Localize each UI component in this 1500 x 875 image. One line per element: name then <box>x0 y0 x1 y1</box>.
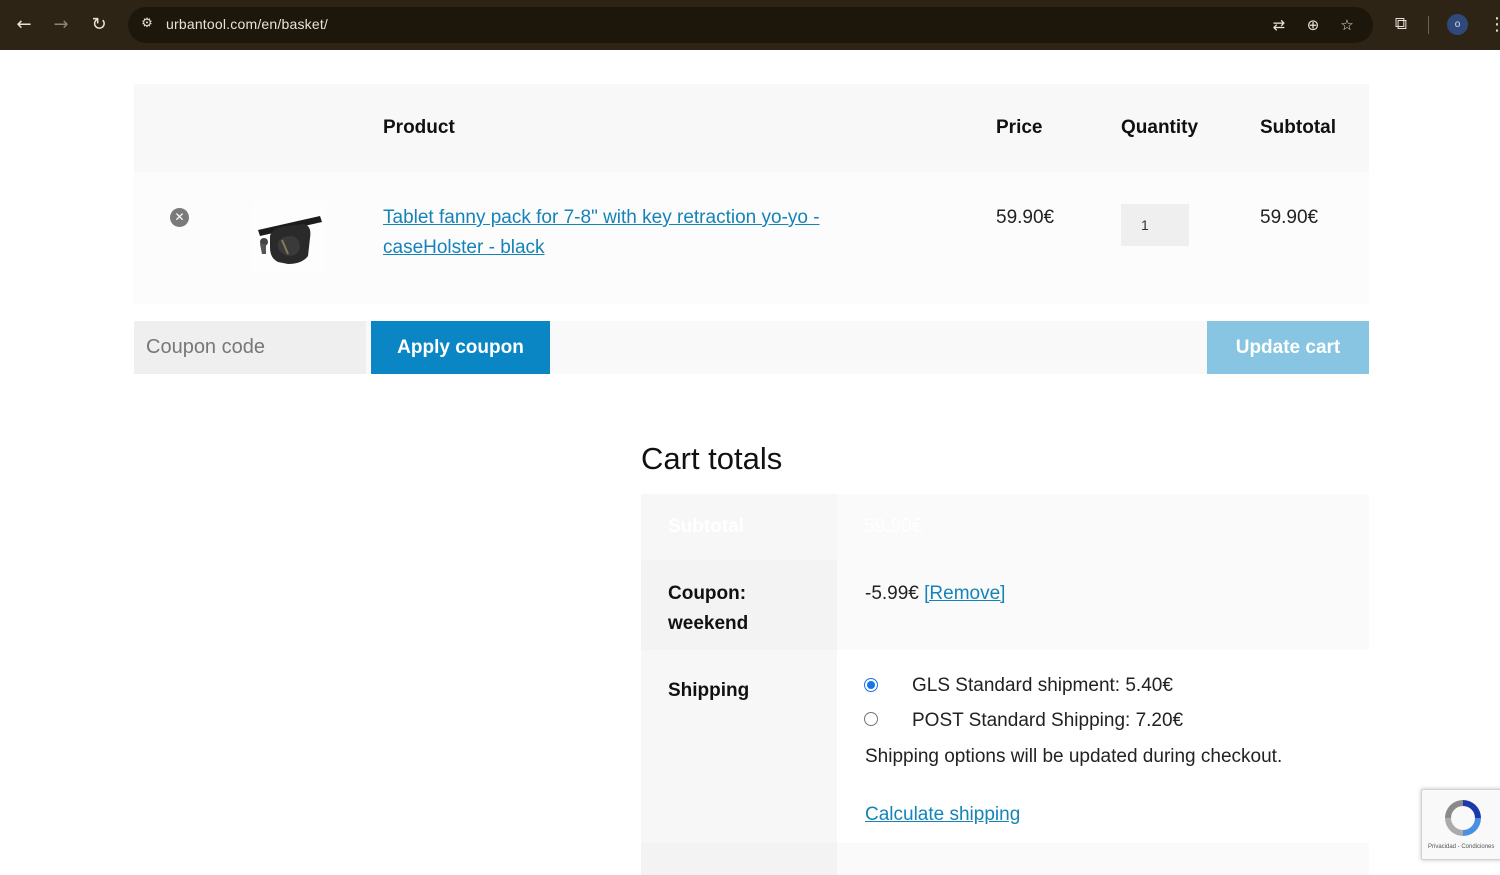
subtotal-column-header: Subtotal <box>1260 117 1336 138</box>
subtotal-value: 59.90€ <box>864 516 923 537</box>
shipping-row: Shipping GLS Standard shipment: 5.40€ PO… <box>641 650 1369 843</box>
reload-icon[interactable]: ↻ <box>85 11 113 39</box>
bookmark-star-icon[interactable]: ☆ <box>1336 14 1358 36</box>
forward-arrow-icon[interactable]: → <box>47 11 75 39</box>
product-name-link[interactable]: Tablet fanny pack for 7-8" with key retr… <box>383 203 883 263</box>
item-price: 59.90€ <box>996 207 1055 228</box>
recaptcha-terms[interactable]: Privacidad - Condiciones <box>1428 844 1494 850</box>
cart-item-row: ✕ Tablet fanny pack for 7-8" with key re… <box>134 172 1369 304</box>
cart-totals-table: Subtotal 59.90€ Coupon: weekend -5.99€ [… <box>641 494 1369 875</box>
post-shipping-radio[interactable] <box>864 712 878 726</box>
coupon-label: Coupon: weekend <box>668 583 749 634</box>
cart-actions: Apply coupon Update cart <box>134 321 1369 374</box>
toolbar-divider <box>1428 16 1429 34</box>
url-text[interactable]: urbantool.com/en/basket/ <box>166 16 328 32</box>
gls-shipping-option-label[interactable]: GLS Standard shipment: 5.40€ <box>912 675 1173 697</box>
translate-icon[interactable]: ⇄ <box>1268 14 1290 36</box>
subtotal-label: Subtotal <box>668 516 744 537</box>
quantity-input[interactable] <box>1121 204 1189 246</box>
shipping-label: Shipping <box>668 680 750 701</box>
coupon-discount: -5.99€ [Remove] <box>865 579 1005 609</box>
cart-table-header: Product Price Quantity Subtotal <box>134 84 1369 172</box>
subtotal-row: Subtotal 59.90€ <box>641 494 1369 560</box>
cart-totals-title: Cart totals <box>641 441 783 476</box>
price-column-header: Price <box>996 117 1043 138</box>
recaptcha-badge[interactable]: Privacidad - Condiciones <box>1421 789 1500 860</box>
update-cart-button[interactable]: Update cart <box>1207 321 1369 374</box>
gls-shipping-radio[interactable] <box>864 678 878 692</box>
zoom-icon[interactable]: ⊕ <box>1302 14 1324 36</box>
recaptcha-logo-icon <box>1445 800 1481 836</box>
shipping-note: Shipping options will be updated during … <box>865 746 1283 767</box>
product-column-header: Product <box>383 117 455 138</box>
coupon-value: -5.99€ <box>865 583 919 604</box>
site-settings-icon[interactable]: ⚙ <box>138 15 156 33</box>
product-thumbnail[interactable] <box>252 202 326 272</box>
remove-coupon-link[interactable]: [Remove] <box>924 583 1005 604</box>
apply-coupon-button[interactable]: Apply coupon <box>371 321 550 374</box>
item-subtotal: 59.90€ <box>1260 207 1319 228</box>
quantity-column-header: Quantity <box>1121 117 1199 138</box>
extensions-icon[interactable]: ⧉ <box>1389 12 1413 36</box>
kebab-menu-icon[interactable]: ⋮ <box>1488 12 1500 38</box>
total-row <box>641 843 1369 875</box>
calculate-shipping-link[interactable]: Calculate shipping <box>865 804 1020 826</box>
post-shipping-option-label[interactable]: POST Standard Shipping: 7.20€ <box>912 710 1183 732</box>
address-bar[interactable]: ⚙ urbantool.com/en/basket/ ⇄ ⊕ ☆ <box>128 7 1373 43</box>
remove-item-icon[interactable]: ✕ <box>170 208 189 227</box>
browser-toolbar: ← → ↻ ⚙ urbantool.com/en/basket/ ⇄ ⊕ ☆ ⧉… <box>0 0 1500 50</box>
profile-avatar[interactable]: o <box>1447 14 1468 35</box>
coupon-code-input[interactable] <box>134 321 366 374</box>
coupon-row: Coupon: weekend -5.99€ [Remove] <box>641 560 1369 650</box>
back-arrow-icon[interactable]: ← <box>10 11 38 39</box>
